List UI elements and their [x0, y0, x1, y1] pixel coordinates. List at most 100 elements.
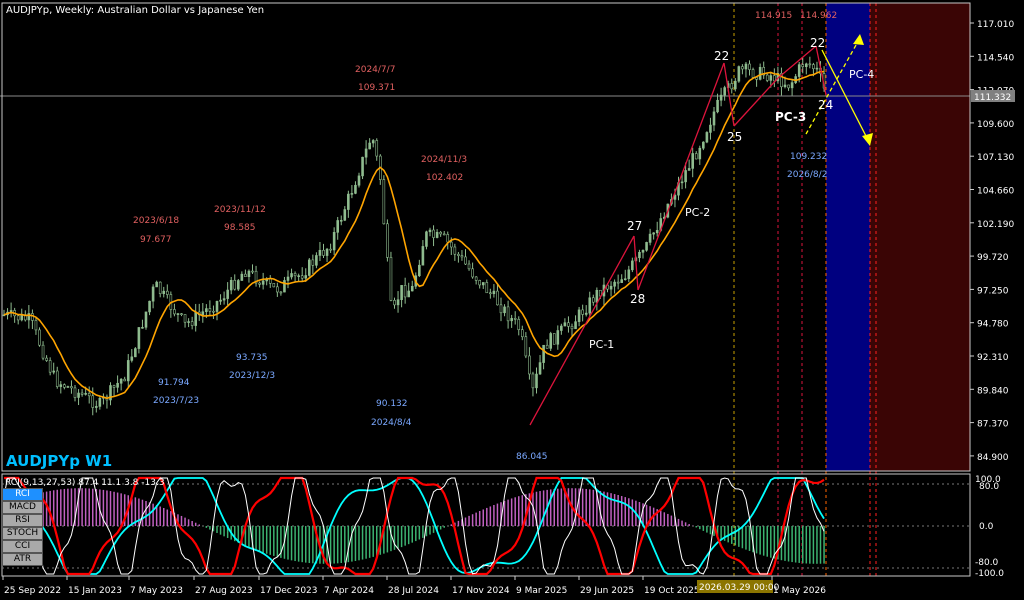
candle-body: [801, 64, 805, 67]
candle-body: [272, 283, 276, 288]
candle-body: [87, 393, 91, 397]
wave-label: 22: [714, 49, 729, 63]
candle-body: [91, 395, 95, 408]
candle-body: [698, 147, 702, 160]
candle-body: [613, 281, 616, 287]
candle-body: [410, 285, 414, 292]
candle-body: [311, 259, 315, 266]
tab-atr[interactable]: ATR: [2, 553, 43, 566]
candle-body: [304, 275, 308, 279]
candle-body: [41, 344, 45, 359]
candle-body: [531, 373, 535, 389]
price-tick-label: 114.540: [977, 53, 1014, 63]
candle-body: [560, 325, 563, 331]
chart-canvas[interactable]: 117.010114.540112.070109.600107.130104.6…: [0, 0, 1024, 600]
candle-body: [638, 251, 641, 259]
candle-body: [240, 273, 244, 281]
candle-body: [396, 299, 400, 306]
candle-body: [16, 315, 20, 321]
candle-body: [631, 260, 634, 271]
candle-body: [783, 84, 787, 88]
indicator-title: RCI(9,13,27,53) 87.4 11.1 3.8 -13.3: [5, 478, 165, 488]
price-tick-label: 109.600: [977, 120, 1014, 130]
future-zone-indicator: [826, 474, 970, 576]
candle-body: [808, 63, 812, 66]
candle-body: [489, 292, 492, 295]
candle-body: [347, 193, 350, 210]
candle-body: [251, 270, 254, 273]
candle-body: [73, 387, 77, 398]
candle-body: [205, 308, 208, 313]
candle-body: [212, 310, 215, 313]
high-price-label: 102.402: [426, 173, 463, 183]
time-tick-label: 27 Aug 2023: [195, 586, 253, 596]
symbol-watermark: AUDJPYp W1: [6, 452, 112, 470]
candle-body: [300, 275, 304, 279]
top-price-label: 114.962: [800, 11, 837, 21]
candle-body: [339, 219, 343, 222]
candle-body: [765, 74, 769, 81]
candle-body: [315, 255, 318, 266]
candle-body: [474, 276, 478, 281]
candle-body: [237, 280, 240, 290]
candle-body: [421, 246, 425, 266]
time-tick-label: 19 Oct 2025: [644, 586, 700, 596]
candle-body: [279, 291, 283, 294]
candle-body: [804, 63, 808, 67]
candle-body: [712, 111, 716, 126]
time-tick-label: 17 Nov 2024: [452, 586, 510, 596]
candle-body: [176, 313, 180, 315]
tab-rci[interactable]: RCI: [2, 488, 43, 501]
low-date-label: 2023/7/23: [153, 396, 199, 406]
candle-body: [467, 263, 471, 270]
wave-label: 28: [630, 292, 645, 306]
candle-body: [166, 290, 169, 295]
wave-segment: [529, 235, 635, 426]
candle-body: [325, 248, 329, 256]
candle-body: [520, 329, 524, 338]
candle-body: [66, 386, 70, 388]
candle-body: [499, 304, 503, 314]
low-price-label: 93.735: [236, 353, 268, 363]
tab-cci[interactable]: CCI: [2, 540, 43, 553]
wave-label: 27: [627, 219, 642, 233]
candle-body: [286, 276, 290, 281]
candle-body: [719, 94, 723, 101]
price-tick-label: 99.720: [977, 253, 1009, 263]
candle-body: [751, 69, 755, 78]
candle-body: [425, 231, 428, 247]
candle-body: [570, 326, 574, 330]
tab-stoch[interactable]: STOCH: [2, 527, 43, 540]
candle-body: [694, 153, 698, 160]
price-tick-label: 104.660: [977, 187, 1014, 197]
candle-body: [123, 378, 126, 382]
candle-body: [247, 270, 251, 277]
candle-body: [201, 311, 205, 316]
time-tick-label: 28 Jul 2024: [388, 586, 439, 596]
candle-body: [194, 311, 197, 326]
candle-body: [815, 67, 819, 70]
candle-body: [584, 312, 588, 315]
candle-body: [52, 370, 56, 373]
candle-body: [290, 273, 293, 278]
tab-rsi[interactable]: RSI: [2, 514, 43, 527]
price-tick-label: 117.010: [977, 20, 1014, 30]
candle-body: [244, 273, 247, 277]
candle-body: [655, 230, 659, 234]
candle-body: [528, 355, 531, 375]
tab-macd[interactable]: MACD: [2, 501, 43, 514]
candle-body: [393, 300, 396, 306]
candle-body: [144, 311, 148, 328]
candle-body: [183, 314, 187, 323]
candle-body: [623, 278, 627, 281]
candle-body: [737, 66, 741, 82]
candle-body: [812, 64, 815, 69]
time-tick-label: 25 Sep 2022: [4, 586, 61, 596]
price-tick-label: 102.190: [977, 220, 1014, 230]
candle-body: [741, 66, 744, 70]
candle-body: [368, 142, 371, 150]
candle-body: [641, 249, 645, 253]
candle-body: [375, 140, 379, 157]
candle-body: [151, 286, 155, 302]
time-tick-label: 29 Jun 2025: [580, 586, 634, 596]
